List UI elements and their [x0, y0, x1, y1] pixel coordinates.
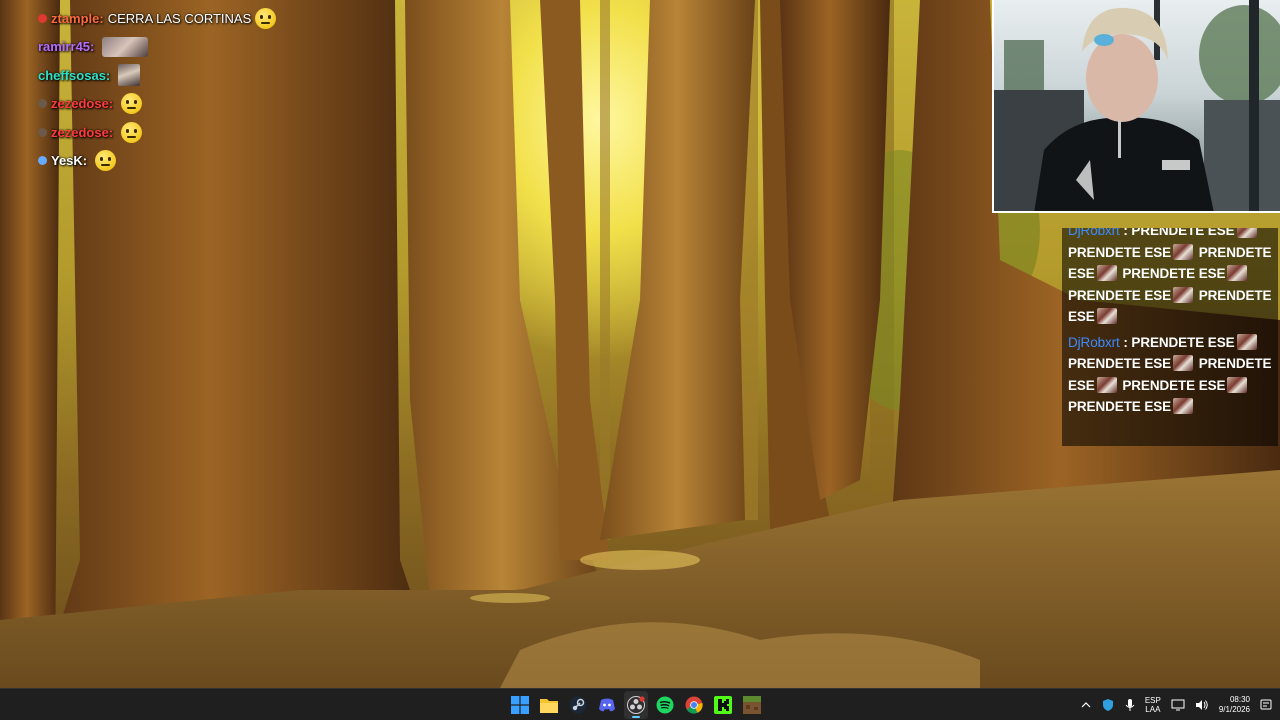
- chat-message: DjRobxrt : PRENDETE ESE PRENDETE ESE PRE…: [1068, 333, 1272, 414]
- obs-button[interactable]: [624, 691, 648, 719]
- emote-icon: [1236, 333, 1257, 350]
- discord-icon: [599, 698, 615, 712]
- chat-text: CERRA LAS CORTINAS: [107, 10, 252, 26]
- kick-button[interactable]: [711, 691, 735, 719]
- chat-username: DjRobxrt: [1068, 228, 1120, 238]
- streamer-camera-feed: [994, 0, 1280, 211]
- emote-icon: [255, 7, 277, 29]
- chat-username: zezedose:: [51, 124, 114, 140]
- taskbar: ESP LAA 08:30 9/1/2026: [0, 688, 1280, 720]
- emote-icon: [1236, 228, 1257, 238]
- windows-icon: [511, 696, 529, 714]
- system-tray: ESP LAA 08:30 9/1/2026: [1081, 689, 1272, 720]
- chat-text: PRENDETE ESE: [1068, 399, 1172, 414]
- keyboard-layout: LAA: [1145, 705, 1161, 714]
- notification-icon[interactable]: [1260, 699, 1272, 711]
- emote-icon: [118, 64, 141, 87]
- chat-text: PRENDETE ESE: [1122, 377, 1226, 393]
- network-shield-icon[interactable]: [1101, 698, 1115, 712]
- minecraft-button[interactable]: [740, 691, 764, 719]
- chat-message: YesK:: [38, 147, 358, 176]
- taskbar-clock[interactable]: 08:30 9/1/2026: [1219, 695, 1250, 715]
- emote-icon: [1173, 243, 1194, 260]
- chat-username: ramirr45:: [38, 39, 95, 55]
- file-explorer-button[interactable]: [537, 691, 561, 719]
- chat-username: cheffsosas:: [38, 67, 111, 83]
- chat-message: zezedose:: [38, 118, 358, 147]
- minecraft-icon: [743, 696, 761, 714]
- user-badge-icon: [38, 127, 47, 137]
- spotify-button[interactable]: [653, 691, 677, 719]
- chevron-up-icon[interactable]: [1081, 700, 1091, 710]
- emote-icon: [1096, 376, 1117, 393]
- chat-username: YesK:: [51, 153, 88, 169]
- steam-icon: [569, 696, 587, 714]
- chat-text: PRENDETE ESE: [1131, 228, 1235, 238]
- chrome-button[interactable]: [682, 691, 706, 719]
- emote-icon: [1227, 265, 1248, 281]
- chat-message: ramirr45:: [38, 33, 358, 62]
- emote-icon: [1173, 286, 1194, 303]
- emote-icon: [102, 36, 149, 57]
- user-badge-icon: [38, 156, 47, 166]
- chat-message: DjRobxrt : PRENDETE ESE PRENDETE ESE PRE…: [1068, 228, 1274, 328]
- chat-text: PRENDETE ESE: [1131, 334, 1235, 350]
- chrome-icon: [685, 696, 703, 714]
- folder-icon: [540, 699, 558, 713]
- webcam-overlay: [992, 0, 1280, 213]
- emote-icon: [1096, 265, 1117, 281]
- clock-time: 08:30: [1229, 695, 1250, 704]
- taskbar-app-list: [508, 689, 764, 720]
- user-badge-icon: [38, 13, 47, 23]
- chat-username: ztample:: [51, 10, 104, 26]
- chat-text: PRENDETE ESE: [1068, 356, 1172, 371]
- chat-username: DjRobxrt: [1068, 334, 1120, 350]
- discord-button[interactable]: [595, 691, 619, 719]
- monitor-icon[interactable]: [1171, 699, 1185, 711]
- emote-icon: [1096, 308, 1117, 324]
- language-code: ESP: [1144, 696, 1161, 705]
- spotify-icon: [656, 696, 674, 714]
- chat-message: cheffsosas:: [38, 61, 358, 90]
- input-language-indicator[interactable]: ESP LAA: [1145, 696, 1161, 714]
- user-badge-icon: [38, 99, 47, 109]
- chat-text: PRENDETE ESE: [1068, 244, 1172, 260]
- emote-icon: [1173, 398, 1194, 414]
- emote-icon: [95, 150, 117, 172]
- chat-overlay-right: DjRobxrt : PRENDETE ESE PRENDETE ESE PRE…: [1062, 228, 1278, 446]
- start-button[interactable]: [508, 691, 532, 719]
- emote-icon: [121, 93, 143, 115]
- chat-message: ztample: CERRA LAS CORTINAS: [38, 4, 358, 33]
- chat-text: PRENDETE ESE: [1068, 287, 1172, 303]
- chat-overlay-left: ztample: CERRA LAS CORTINAS ramirr45: ch…: [38, 4, 358, 175]
- chat-message: zezedose:: [38, 90, 358, 119]
- kick-icon: [714, 696, 732, 714]
- microphone-icon[interactable]: [1125, 698, 1135, 712]
- chat-text: PRENDETE ESE: [1122, 266, 1226, 281]
- emote-icon: [121, 121, 143, 143]
- emote-icon: [1227, 376, 1248, 393]
- chat-username: zezedose:: [51, 96, 114, 112]
- steam-button[interactable]: [566, 691, 590, 719]
- emote-icon: [1173, 355, 1194, 371]
- volume-icon[interactable]: [1195, 699, 1209, 711]
- clock-date: 9/1/2026: [1218, 705, 1250, 714]
- obs-icon: [627, 696, 645, 714]
